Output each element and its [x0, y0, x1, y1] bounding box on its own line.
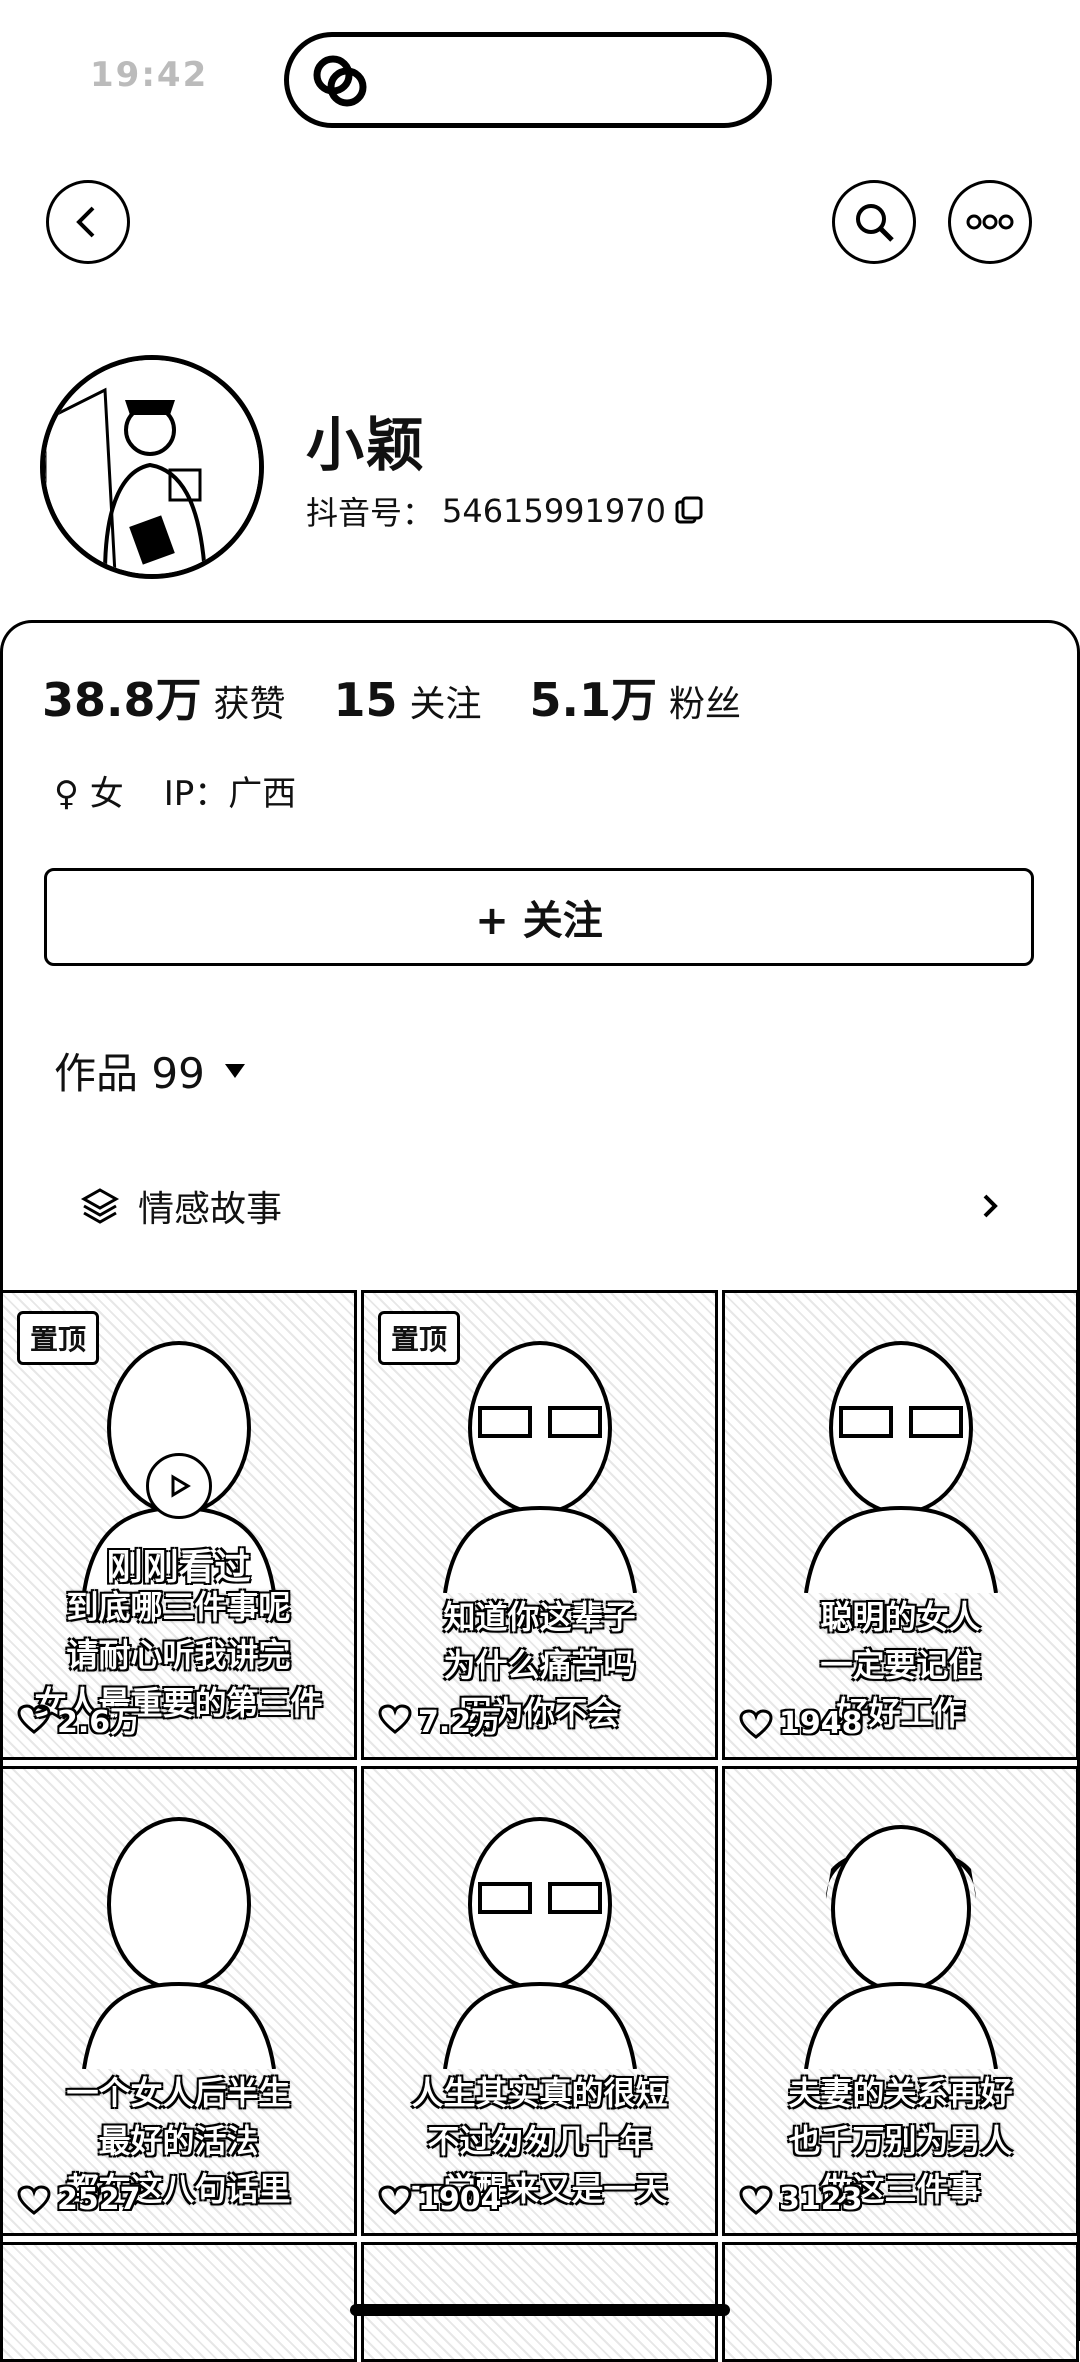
more-dots-icon — [966, 214, 1014, 230]
video-thumbnail[interactable]: 置顶 知道你这辈子 为什么痛苦吗 因为你不会 7.2万 — [361, 1290, 718, 1760]
nickname: 小颖 — [306, 411, 427, 479]
works-tab[interactable]: 作品 99 — [54, 1040, 247, 1101]
video-likes: 3123 — [739, 2182, 863, 2217]
video-thumbnail[interactable]: 人生其实真的很短 不过匆匆几十年 一觉醒来又是一天 1904 — [361, 1766, 718, 2236]
following-count[interactable]: 15 — [334, 673, 398, 727]
person-silhouette — [81, 1817, 276, 2069]
likes-count: 38.8万 — [42, 673, 202, 727]
back-button[interactable] — [46, 180, 130, 264]
home-indicator[interactable] — [350, 2304, 730, 2316]
layers-icon — [80, 1188, 120, 1224]
video-thumbnail[interactable] — [722, 2242, 1079, 2362]
video-thumbnail[interactable] — [0, 2242, 357, 2362]
search-button[interactable] — [832, 180, 916, 264]
works-tab-label: 作品 99 — [54, 1049, 205, 1098]
collection-row[interactable]: 情感故事 — [80, 1180, 1000, 1232]
video-likes: 2527 — [17, 2182, 141, 2217]
ip-location: IP：广西 — [163, 774, 297, 814]
following-label[interactable]: 关注 — [410, 675, 482, 727]
douyin-id-label: 抖音号： — [306, 494, 435, 532]
copy-icon[interactable] — [674, 496, 704, 526]
profile-meta: ♀ 女 IP：广西 — [54, 766, 296, 815]
person-silhouette — [803, 1341, 998, 1593]
video-likes: 1904 — [378, 2182, 502, 2217]
chevron-left-icon — [76, 206, 95, 238]
search-icon — [856, 204, 894, 242]
collection-label: 情感故事 — [138, 1189, 283, 1230]
douyin-id-value: 54615991970 — [442, 492, 666, 530]
douyin-id-row: 抖音号： 54615991970 — [306, 488, 704, 534]
play-icon — [145, 1453, 212, 1519]
video-thumbnail[interactable]: 一个女人后半生 最好的活法 都在这八句话里 2527 — [0, 1766, 357, 2236]
followers-label[interactable]: 粉丝 — [669, 675, 741, 727]
person-silhouette — [442, 1817, 637, 2069]
avatar[interactable] — [40, 355, 264, 579]
stats-row: 38.8万 获赞 15 关注 5.1万 粉丝 — [42, 664, 789, 730]
more-button[interactable] — [948, 180, 1032, 264]
video-thumbnail[interactable]: 夫妻的关系再好 也千万别为男人 做这三件事 3123 — [722, 1766, 1079, 2236]
video-thumbnail[interactable] — [361, 2242, 718, 2362]
pinned-badge: 置顶 — [378, 1311, 461, 1365]
gender-tag: ♀ 女 — [54, 774, 124, 814]
avatar-image — [45, 360, 259, 574]
video-likes: 7.2万 — [378, 1697, 501, 1741]
caret-down-icon — [224, 1063, 245, 1078]
video-likes: 1948 — [739, 1706, 863, 1741]
heart-icon — [378, 2184, 412, 2215]
heart-icon — [378, 1704, 412, 1734]
person-silhouette — [442, 1341, 637, 1593]
follow-button[interactable]: + 关注 — [44, 868, 1034, 966]
video-grid: 置顶 刚刚看过 到底哪三件事呢 请耐心听我讲完 女人最重要的第三件 2.6万 置顶 … — [0, 1290, 1080, 2362]
pinned-badge: 置顶 — [17, 1311, 100, 1365]
status-time: 19:42 — [90, 55, 209, 95]
person-silhouette — [803, 1825, 998, 2069]
video-likes: 2.6万 — [17, 1697, 140, 1741]
chevron-right-icon — [983, 1194, 998, 1218]
heart-icon — [17, 1704, 51, 1734]
video-thumbnail[interactable]: 聪明的女人 一定要记住 好好工作 1948 — [722, 1290, 1079, 1760]
followers-count[interactable]: 5.1万 — [530, 664, 658, 730]
heart-icon — [17, 2184, 51, 2215]
app-logo-icon — [313, 55, 367, 107]
heart-icon — [739, 1708, 773, 1739]
dynamic-island — [284, 32, 772, 128]
heart-icon — [739, 2184, 773, 2215]
video-thumbnail[interactable]: 置顶 刚刚看过 到底哪三件事呢 请耐心听我讲完 女人最重要的第三件 2.6万 — [0, 1290, 357, 1760]
likes-label: 获赞 — [213, 684, 286, 725]
